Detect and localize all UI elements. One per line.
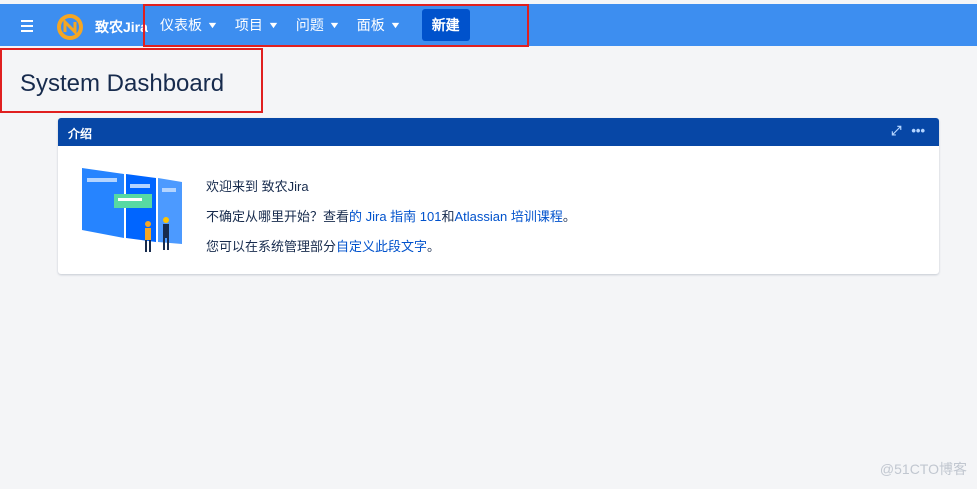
welcome-illustration — [82, 168, 182, 252]
chevron-down-icon: ▼ — [267, 20, 280, 30]
jira-guide-link[interactable]: 的 Jira 指南 101 — [349, 209, 441, 224]
nav-projects[interactable]: 项目 ▼ — [234, 15, 280, 35]
guide-prefix: 不确定从哪里开始？查看 — [206, 209, 350, 224]
jira-logo-icon[interactable] — [56, 13, 84, 41]
intro-text: 欢迎来到 致农Jira 不确定从哪里开始？查看的 Jira 指南 101和Atl… — [206, 172, 576, 262]
main-nav: 仪表板 ▼ 项目 ▼ 问题 ▼ 面板 ▼ 新建 — [160, 4, 470, 46]
guide-suffix: 。 — [562, 209, 576, 224]
guide-mid: 和 — [441, 209, 455, 224]
top-navigation-bar: 致农Jira 仪表板 ▼ 项目 ▼ 问题 ▼ 面板 ▼ 新建 — [0, 4, 977, 46]
customize-prefix: 您可以在系统管理部分 — [206, 239, 337, 254]
chevron-down-icon: ▼ — [328, 20, 341, 30]
gadget-actions: ⤢ ••• — [891, 123, 925, 139]
customize-line: 您可以在系统管理部分自定义此段文字。 — [206, 232, 576, 262]
menu-icon[interactable] — [17, 17, 39, 35]
page-title: System Dashboard — [20, 70, 225, 97]
watermark: @51CTO博客 — [879, 461, 967, 477]
gadget-title: 介绍 — [68, 127, 93, 141]
welcome-line: 欢迎来到 致农Jira — [206, 179, 309, 194]
nav-dashboards[interactable]: 仪表板 ▼ — [160, 15, 219, 35]
customize-suffix: 。 — [427, 239, 441, 254]
expand-icon[interactable]: ⤢ — [891, 123, 901, 139]
gadget-body: 欢迎来到 致农Jira 不确定从哪里开始？查看的 Jira 指南 101和Atl… — [58, 146, 939, 274]
more-icon[interactable]: ••• — [911, 123, 925, 139]
guide-line: 不确定从哪里开始？查看的 Jira 指南 101和Atlassian 培训课程。 — [206, 202, 576, 232]
nav-issues[interactable]: 问题 ▼ — [295, 15, 341, 35]
nav-issues-label: 问题 — [295, 17, 324, 33]
create-button[interactable]: 新建 — [421, 9, 470, 41]
intro-gadget: 介绍 ⤢ ••• 欢迎来到 致农Jira 不确定从哪里开始？查看的 Jira 指… — [58, 118, 939, 274]
nav-dashboards-label: 仪表板 — [160, 17, 202, 33]
nav-projects-label: 项目 — [234, 17, 263, 33]
nav-boards[interactable]: 面板 ▼ — [356, 15, 402, 35]
chevron-down-icon: ▼ — [388, 20, 402, 30]
atlassian-training-link[interactable]: Atlassian 培训课程 — [455, 209, 563, 224]
gadget-header: 介绍 ⤢ ••• — [58, 118, 939, 146]
customize-text-link[interactable]: 自定义此段文字 — [336, 239, 427, 254]
nav-boards-label: 面板 — [356, 17, 385, 33]
brand-name[interactable]: 致农Jira — [95, 17, 148, 37]
chevron-down-icon: ▼ — [206, 20, 219, 30]
